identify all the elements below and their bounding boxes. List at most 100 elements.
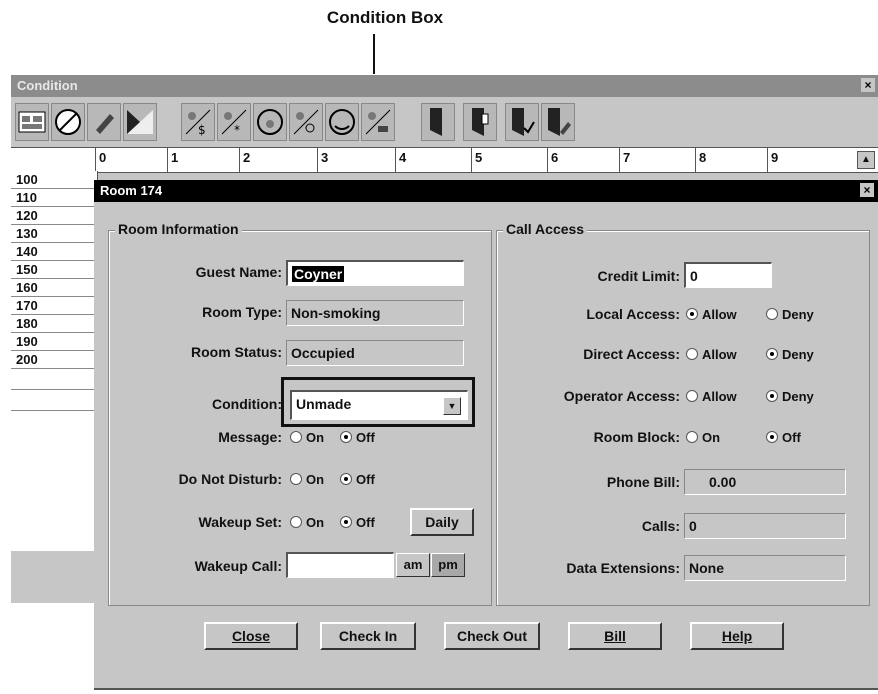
- room-dialog-titlebar: Room 174 ×: [94, 180, 878, 202]
- room-row[interactable]: 150: [11, 261, 97, 279]
- help-button[interactable]: Help: [690, 622, 784, 650]
- room-information-heading: Room Information: [115, 221, 242, 237]
- guest-name-field[interactable]: Coyner: [286, 260, 464, 286]
- svg-text:*: *: [234, 123, 240, 137]
- daily-button[interactable]: Daily: [410, 508, 474, 536]
- condition-window-titlebar: Condition ×: [11, 75, 878, 97]
- room-row[interactable]: 100: [11, 171, 97, 189]
- door-check-icon[interactable]: [505, 103, 539, 141]
- grid-column: 5: [475, 150, 483, 165]
- room-row[interactable]: 110: [11, 189, 97, 207]
- wakeup-call-label: Wakeup Call:: [194, 558, 282, 574]
- annotation-callout-box: [281, 377, 475, 427]
- room-status-field: Occupied: [286, 340, 464, 366]
- call-access-group: Call Access: [496, 221, 870, 606]
- check-in-button[interactable]: Check In: [320, 622, 416, 650]
- operator-deny-radio[interactable]: Deny: [766, 389, 814, 404]
- wakeup-off-radio[interactable]: Off: [340, 515, 375, 530]
- room-block-label: Room Block:: [593, 429, 680, 445]
- operator-allow-radio[interactable]: Allow: [686, 389, 737, 404]
- vacuum-dollar-icon[interactable]: $: [181, 103, 215, 141]
- local-access-label: Local Access:: [586, 306, 680, 322]
- local-allow-radio[interactable]: Allow: [686, 307, 737, 322]
- room-dialog-title: Room 174: [100, 183, 163, 198]
- room-row[interactable]: 180: [11, 315, 97, 333]
- message-on-radio[interactable]: On: [290, 430, 324, 445]
- message-label: Message:: [218, 429, 282, 445]
- room-block-on-radio[interactable]: On: [686, 430, 720, 445]
- room-row[interactable]: 190: [11, 333, 97, 351]
- room-row[interactable]: 170: [11, 297, 97, 315]
- message-off-radio[interactable]: Off: [340, 430, 375, 445]
- room-row[interactable]: 130: [11, 225, 97, 243]
- vacuum-timer-icon[interactable]: [289, 103, 323, 141]
- grid-column: 8: [699, 150, 707, 165]
- grid-column: 2: [243, 150, 251, 165]
- close-icon[interactable]: ×: [860, 183, 874, 197]
- svg-text:$: $: [198, 123, 206, 137]
- vacuum-brush-icon[interactable]: [361, 103, 395, 141]
- door-icon[interactable]: [421, 103, 455, 141]
- direct-deny-radio[interactable]: Deny: [766, 347, 814, 362]
- room-status-label: Room Status:: [191, 344, 282, 360]
- room-type-field: Non-smoking: [286, 300, 464, 326]
- close-icon[interactable]: ×: [861, 78, 875, 92]
- room-row[interactable]: 200: [11, 351, 97, 369]
- scroll-up-icon[interactable]: ▲: [857, 151, 875, 169]
- data-extensions-field: None: [684, 555, 846, 581]
- wakeup-set-label: Wakeup Set:: [198, 514, 283, 530]
- room-block-off-radio[interactable]: Off: [766, 430, 801, 445]
- vacuum-star-icon[interactable]: *: [217, 103, 251, 141]
- am-button[interactable]: am: [396, 553, 430, 577]
- pencil-icon[interactable]: [87, 103, 121, 141]
- vacuum-phone-icon[interactable]: [325, 103, 359, 141]
- pm-button[interactable]: pm: [431, 553, 465, 577]
- calls-field: 0: [684, 513, 846, 539]
- grid-column: 6: [551, 150, 559, 165]
- vacuum-clock-icon[interactable]: [253, 103, 287, 141]
- no-smoking-icon[interactable]: [51, 103, 85, 141]
- check-out-button[interactable]: Check Out: [444, 622, 540, 650]
- grid-column: 7: [623, 150, 631, 165]
- room-row[interactable]: 160: [11, 279, 97, 297]
- phone-bill-label: Phone Bill:: [606, 474, 680, 490]
- condition-window-title: Condition: [17, 78, 78, 93]
- room-row[interactable]: [11, 390, 97, 411]
- wakeup-call-field[interactable]: [286, 552, 394, 578]
- direct-access-label: Direct Access:: [583, 346, 680, 362]
- room-row[interactable]: 140: [11, 243, 97, 261]
- data-extensions-label: Data Extensions:: [566, 560, 680, 576]
- local-deny-radio[interactable]: Deny: [766, 307, 814, 322]
- room-list: 100 110 120 130 140 150 160 170 180 190 …: [11, 171, 98, 551]
- room-row[interactable]: [11, 369, 97, 390]
- toolbar: $ *: [11, 97, 878, 147]
- wakeup-on-radio[interactable]: On: [290, 515, 324, 530]
- guest-name-label: Guest Name:: [195, 264, 282, 280]
- close-button[interactable]: Close: [204, 622, 298, 650]
- grid-column: 0: [99, 150, 107, 165]
- grid-column: 4: [399, 150, 407, 165]
- room-row[interactable]: 120: [11, 207, 97, 225]
- grid-column-header: 0 1 2 3 4 5 6 7 8 9 ▲: [11, 147, 878, 173]
- annotation-label: Condition Box: [326, 8, 444, 27]
- door-open-icon[interactable]: [463, 103, 497, 141]
- bed-made-icon[interactable]: [123, 103, 157, 141]
- bill-button[interactable]: Bill: [568, 622, 662, 650]
- condition-label: Condition:: [212, 396, 282, 412]
- dnd-on-radio[interactable]: On: [290, 472, 324, 487]
- call-access-heading: Call Access: [503, 221, 588, 237]
- direct-allow-radio[interactable]: Allow: [686, 347, 737, 362]
- calls-label: Calls:: [641, 518, 680, 534]
- phone-bill-field: 0.00: [684, 469, 846, 495]
- dnd-off-radio[interactable]: Off: [340, 472, 375, 487]
- grid-column: 3: [321, 150, 329, 165]
- operator-access-label: Operator Access:: [563, 388, 680, 404]
- credit-limit-field[interactable]: 0: [684, 262, 772, 288]
- door-pencil-icon[interactable]: [541, 103, 575, 141]
- room-type-label: Room Type:: [202, 304, 282, 320]
- am-pm-toggle: am pm: [396, 553, 466, 577]
- grid-column: 9: [771, 150, 779, 165]
- grid-column: 1: [171, 150, 179, 165]
- room-dialog: Room 174 × Room Information Guest Name: …: [94, 180, 878, 690]
- room-map-icon[interactable]: [15, 103, 49, 141]
